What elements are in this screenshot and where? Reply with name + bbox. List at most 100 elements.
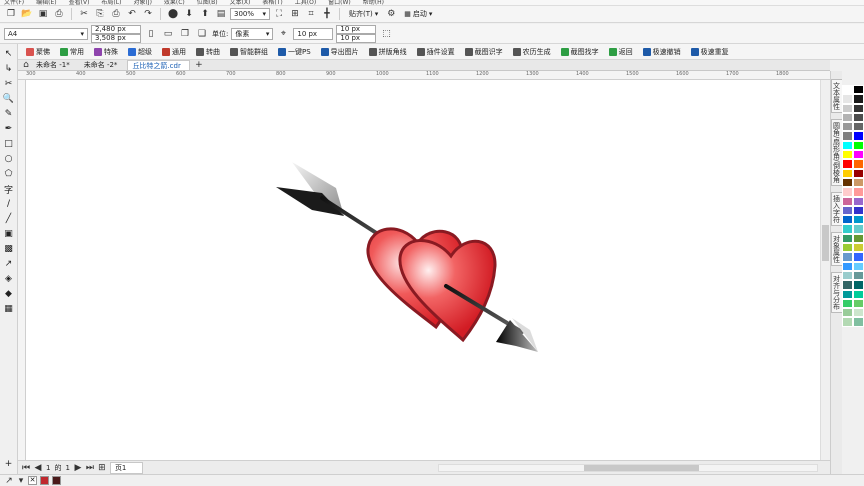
- palette-swatch[interactable]: [842, 94, 853, 104]
- menu-item[interactable]: 表格(T): [262, 0, 282, 5]
- menu-item[interactable]: 帮助(H): [363, 0, 384, 5]
- menu-item[interactable]: 查看(V): [69, 0, 90, 5]
- palette-swatch[interactable]: [853, 140, 864, 151]
- palette-swatch[interactable]: [842, 159, 853, 169]
- palette-swatch[interactable]: [842, 103, 853, 113]
- new-document-icon[interactable]: ❐: [4, 7, 18, 21]
- publish-pdf-icon[interactable]: ▤: [214, 7, 228, 21]
- unit-select[interactable]: 像素 ▾: [231, 27, 274, 40]
- undo-icon[interactable]: ↶: [125, 7, 139, 21]
- palette-swatch[interactable]: [842, 261, 853, 271]
- ellipse-tool-icon[interactable]: ○: [2, 153, 16, 165]
- smart-fill-icon[interactable]: ◆: [2, 288, 16, 300]
- palette-swatch[interactable]: [842, 224, 853, 234]
- palette-swatch[interactable]: [853, 252, 864, 262]
- palette-swatch[interactable]: [842, 252, 853, 262]
- horizontal-scrollbar-thumb[interactable]: [584, 465, 699, 471]
- palette-swatch[interactable]: [853, 131, 864, 141]
- show-guidelines-icon[interactable]: ╋: [320, 7, 334, 21]
- palette-swatch[interactable]: [853, 308, 864, 318]
- palette-swatch[interactable]: [853, 270, 864, 281]
- palette-swatch[interactable]: [842, 298, 853, 309]
- palette-swatch[interactable]: [853, 122, 864, 132]
- palette-swatch[interactable]: [842, 168, 853, 178]
- new-tab-icon[interactable]: +: [192, 58, 206, 72]
- palette-swatch[interactable]: [853, 243, 864, 253]
- plugin-button[interactable]: 特殊: [90, 47, 122, 57]
- drawing-canvas[interactable]: [26, 80, 820, 460]
- parallel-dimension-icon[interactable]: ∕: [2, 198, 16, 210]
- palette-swatch[interactable]: [842, 215, 853, 225]
- palette-swatch[interactable]: [853, 159, 864, 169]
- page-frame-icon[interactable]: ⬚: [379, 27, 393, 41]
- current-page-icon[interactable]: ❑: [195, 27, 209, 41]
- palette-swatch[interactable]: [842, 233, 853, 244]
- palette-swatch[interactable]: [842, 280, 853, 290]
- first-page-icon[interactable]: ⏮: [22, 461, 30, 475]
- palette-swatch[interactable]: [853, 224, 864, 234]
- plugin-button[interactable]: 常用: [56, 47, 88, 57]
- palette-swatch[interactable]: [842, 196, 853, 206]
- plugin-button[interactable]: 极速撤销: [639, 47, 685, 57]
- palette-swatch[interactable]: [853, 103, 864, 113]
- palette-swatch[interactable]: [853, 205, 864, 216]
- home-icon[interactable]: ⌂: [22, 58, 30, 72]
- menu-item[interactable]: 位图(B): [197, 0, 218, 5]
- palette-swatch[interactable]: [853, 187, 864, 197]
- palette-swatch[interactable]: [853, 289, 864, 299]
- open-folder-icon[interactable]: 📂: [20, 7, 34, 21]
- palette-swatch[interactable]: [853, 280, 864, 290]
- palette-swatch[interactable]: [853, 168, 864, 178]
- palette-swatch[interactable]: [853, 298, 864, 309]
- eyedropper-icon[interactable]: ↗: [4, 474, 14, 486]
- nudge-distance-field[interactable]: 10 px: [293, 27, 334, 40]
- palette-swatch[interactable]: [853, 233, 864, 244]
- palette-swatch[interactable]: [842, 140, 853, 151]
- docker-tab[interactable]: 圆角/扇形角/倒棱角: [830, 119, 843, 186]
- plugin-button[interactable]: 超级: [124, 47, 156, 57]
- vertical-scrollbar[interactable]: [820, 80, 830, 460]
- plugin-button[interactable]: 返回: [605, 47, 637, 57]
- menu-item[interactable]: 编辑(E): [36, 0, 56, 5]
- menu-item[interactable]: 效果(C): [164, 0, 185, 5]
- palette-swatch[interactable]: [842, 177, 853, 188]
- plugin-button[interactable]: 农历生成: [509, 47, 555, 57]
- docker-tab[interactable]: 对齐与分布: [830, 271, 843, 313]
- palette-swatch[interactable]: [842, 85, 853, 95]
- palette-swatch[interactable]: [853, 150, 864, 160]
- palette-swatch[interactable]: [853, 112, 864, 123]
- next-page-icon[interactable]: ▶: [74, 461, 82, 475]
- menu-item[interactable]: 工具(O): [295, 0, 316, 5]
- portrait-icon[interactable]: ▯: [144, 27, 158, 41]
- palette-swatch[interactable]: [842, 150, 853, 160]
- duplicate-y-field[interactable]: 10 px: [336, 33, 377, 43]
- more-tools-icon[interactable]: ▦: [2, 303, 16, 315]
- full-screen-icon[interactable]: ⛶: [272, 7, 286, 21]
- palette-swatch[interactable]: [853, 177, 864, 188]
- copy-icon[interactable]: ⎘: [93, 7, 107, 21]
- plugin-button[interactable]: 截图识字: [461, 47, 507, 57]
- show-rulers-icon[interactable]: ⊞: [288, 7, 302, 21]
- menu-item[interactable]: 文本(X): [230, 0, 251, 5]
- snap-to-button[interactable]: 贴齐(T) ▾: [345, 9, 382, 19]
- page-height-field[interactable]: 3,508 px: [91, 33, 141, 43]
- page-size-select[interactable]: A4 ▾: [4, 27, 88, 40]
- plugin-button[interactable]: 一键PS: [274, 47, 315, 57]
- horizontal-ruler[interactable]: 300 400 500 600 700 800 900 1000 1100 1200 1300 140…: [18, 71, 830, 80]
- palette-swatch[interactable]: [842, 308, 853, 318]
- palette-swatch[interactable]: [842, 317, 853, 327]
- document-tab[interactable]: 丘比特之箭.cdr: [127, 60, 190, 70]
- cupid-arrow-artwork[interactable]: [26, 80, 820, 460]
- color-eyedropper-icon[interactable]: ↗: [2, 258, 16, 270]
- plugin-button[interactable]: 拼版角线: [365, 47, 411, 57]
- show-grid-icon[interactable]: ⌗: [304, 7, 318, 21]
- menu-item[interactable]: 窗口(W): [328, 0, 351, 5]
- palette-swatch[interactable]: [842, 205, 853, 216]
- pick-tool-icon[interactable]: ↖: [2, 48, 16, 60]
- palette-swatch[interactable]: [853, 196, 864, 206]
- docker-tab[interactable]: 文本属性: [830, 79, 843, 113]
- palette-swatch[interactable]: [842, 289, 853, 299]
- zoom-field[interactable]: 300% ▾: [230, 8, 270, 20]
- fill-color-swatch[interactable]: [40, 476, 49, 485]
- export-icon[interactable]: ⬆: [198, 7, 212, 21]
